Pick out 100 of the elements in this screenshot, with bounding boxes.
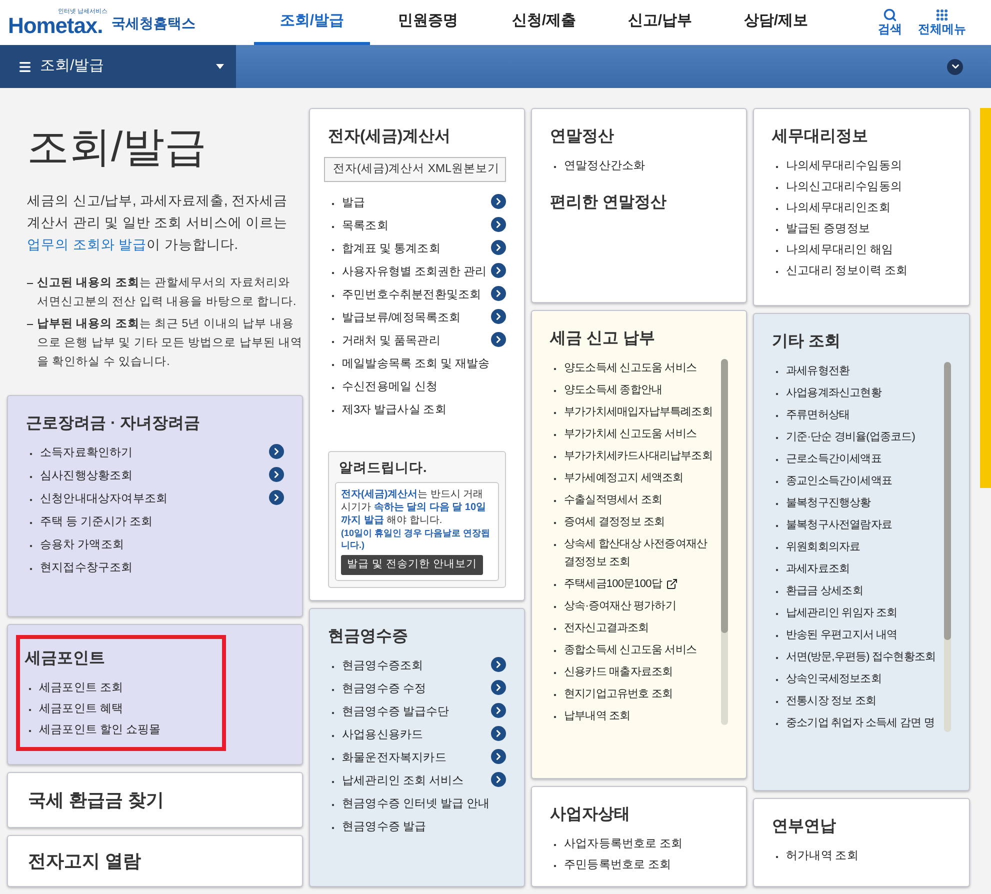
- menu-link[interactable]: 사용자유형별 조회권한 관리: [342, 263, 487, 282]
- menu-link[interactable]: 연말정산간소화: [564, 157, 728, 175]
- menu-link[interactable]: 상속·증여재산 평가하기: [564, 596, 717, 615]
- menu-link[interactable]: 현금영수증 수정: [342, 680, 487, 698]
- all-menu-button[interactable]: 전체메뉴: [918, 8, 966, 37]
- menu-link[interactable]: 불복청구진행상황: [786, 494, 940, 512]
- menu-link[interactable]: 메일발송목록 조회 및 재발송: [342, 355, 506, 374]
- menu-link[interactable]: 현금영수증 발급수단: [342, 703, 487, 721]
- menu-link[interactable]: 상속인국세정보조회: [786, 670, 940, 688]
- menu-link[interactable]: 나의세무대리인조회: [786, 199, 951, 217]
- menu-link[interactable]: 사업용계좌신고현황: [786, 384, 940, 402]
- menu-link[interactable]: 발급보류/예정목록조회: [342, 309, 487, 328]
- menu-link[interactable]: 현금영수증조회: [342, 657, 487, 675]
- menu-link[interactable]: 종교인소득간이세액표: [786, 472, 940, 490]
- menu-link[interactable]: 증여세 결정정보 조회: [564, 512, 717, 531]
- card-title: 전자(세금)계산서: [328, 127, 452, 147]
- menu-link[interactable]: 수신전용메일 신청: [342, 378, 506, 396]
- menu-link[interactable]: 종합소득세 신고도움 서비스: [564, 640, 717, 659]
- menu-link[interactable]: 현금영수증 발급: [342, 818, 506, 836]
- notice-text: 전자(세금)계산서는 반드시 거래시기가 속하는 달의 다음 달 10일까지 발급 해야 합니다.: [341, 488, 488, 527]
- menu-link[interactable]: 나의신고대리수임동의: [786, 178, 951, 196]
- menu-link[interactable]: 신고대리 정보이력 조회: [786, 262, 951, 280]
- card-title: 연부연납: [772, 817, 837, 837]
- menu-link[interactable]: 심사진행상황조회: [40, 467, 265, 485]
- menu-link[interactable]: 사업자등록번호로 조회: [564, 835, 728, 853]
- menu-link[interactable]: 현지접수창구조회: [40, 559, 284, 577]
- card-title[interactable]: 국세 환급금 찾기: [28, 786, 164, 814]
- nav-tab[interactable]: 민원증명: [370, 0, 486, 45]
- menu-link[interactable]: 양도소득세 신고도움 서비스: [564, 358, 717, 377]
- menu-link[interactable]: 기준·단순 경비율(업종코드): [786, 428, 940, 446]
- deadline-guide-button[interactable]: 발급 및 전송기한 안내보기: [341, 555, 483, 575]
- card-title: 근로장려금 · 자녀장려금: [26, 414, 202, 434]
- menu-link[interactable]: 수출실적명세서 조회: [564, 490, 717, 509]
- menu-link[interactable]: 나의세무대리수임동의: [786, 157, 951, 175]
- menu-link[interactable]: 근로소득간이세액표: [786, 450, 940, 468]
- link-card[interactable]: 전자고지 열람: [7, 835, 303, 887]
- xml-view-button[interactable]: 전자(세금)계산서 XML원본보기: [324, 157, 506, 182]
- menu-link[interactable]: 과세자료조회: [786, 560, 940, 578]
- card-title: 기타 조회: [772, 332, 842, 352]
- menu-link[interactable]: 사업용신용카드: [342, 726, 487, 744]
- page-description: 세금의 신고/납부, 과세자료제출, 전자세금계산서 관리 및 일반 조회 서비스에 이르는 업무의 조회와 발급이 가능합니다.: [27, 192, 289, 254]
- menu-link[interactable]: 현금영수증 인터넷 발급 안내: [342, 795, 506, 813]
- menu-link[interactable]: 주민번호수취분전환및조회: [342, 286, 487, 304]
- menu-link[interactable]: 발급: [342, 194, 487, 212]
- menu-link[interactable]: 납부내역 조회: [564, 706, 717, 725]
- menu-link[interactable]: 납세관리인 조회 서비스: [342, 772, 487, 790]
- nav-tab[interactable]: 상담/제보: [718, 0, 834, 45]
- page-title: 조회/발급: [27, 126, 208, 168]
- menu-link[interactable]: 현지기업고유번호 조회: [564, 684, 717, 703]
- menu-link[interactable]: 부가가치세 신고도움 서비스: [564, 424, 717, 443]
- card-title: 연말정산: [550, 127, 615, 147]
- menu-link[interactable]: 신청안내대상자여부조회: [40, 490, 265, 508]
- menu-link[interactable]: 전자신고결과조회: [564, 618, 717, 637]
- menu-link[interactable]: 서면(방문,우편등) 접수현황조회: [786, 648, 940, 666]
- menu-link[interactable]: 거래처 및 품목관리: [342, 332, 487, 350]
- nav-tab[interactable]: 신고/납부: [602, 0, 718, 45]
- menu-link[interactable]: 허가내역 조회: [786, 847, 951, 865]
- card-title: 사업자상태: [550, 805, 631, 825]
- menu-link[interactable]: 세금포인트 혜택: [39, 700, 217, 718]
- logo-name: 국세청홈택스: [112, 14, 196, 32]
- menu-link[interactable]: 불복청구사전열람자료: [786, 516, 940, 534]
- menu-link[interactable]: 소득자료확인하기: [40, 444, 265, 462]
- link-card[interactable]: 국세 환급금 찾기: [7, 772, 303, 828]
- menu-link[interactable]: 주택세금100문100답: [564, 574, 662, 593]
- menu-link[interactable]: 세금포인트 조회: [39, 679, 217, 697]
- card-title: 세금 신고 납부: [550, 328, 656, 349]
- card-subtitle: 편리한 연말정산: [550, 193, 668, 213]
- intro-note: 신고된 내용의 조회는 관할세무서의 자료처리와 서면신고분의 전산 입력 내용을 바탕으로 합니다.: [37, 276, 298, 310]
- location-dropdown[interactable]: 조회/발급: [0, 45, 236, 88]
- menu-link[interactable]: 과세유형전환: [786, 362, 940, 380]
- menu-link[interactable]: 목록조회: [342, 217, 487, 236]
- search-button[interactable]: 검색: [878, 8, 902, 37]
- card-title[interactable]: 전자고지 열람: [28, 848, 142, 874]
- card-title: 세무대리정보: [772, 127, 869, 147]
- menu-link[interactable]: 세금포인트 할인 쇼핑몰: [39, 721, 217, 739]
- menu-link[interactable]: 전통시장 정보 조회: [786, 692, 940, 710]
- notice-title: 알려드립니다.: [339, 458, 428, 477]
- menu-link[interactable]: 반송된 우편고지서 내역: [786, 626, 940, 644]
- menu-link[interactable]: 나의세무대리인 해임: [786, 241, 951, 259]
- menu-link[interactable]: 화물운전자복지카드: [342, 749, 487, 767]
- menu-link[interactable]: 제3자 발급사실 조회: [342, 401, 506, 420]
- menu-link[interactable]: 부가세예정고지 세액조회: [564, 468, 717, 487]
- menu-link[interactable]: 위원회회의자료: [786, 538, 940, 556]
- menu-link[interactable]: 주택 등 기준시가 조회: [40, 513, 284, 531]
- menu-link[interactable]: 발급된 증명정보: [786, 220, 951, 238]
- menu-link[interactable]: 주민등록번호로 조회: [564, 856, 728, 874]
- menu-link[interactable]: 주류면허상태: [786, 406, 940, 424]
- menu-link[interactable]: 부가가치세매입자납부특례조회: [564, 402, 717, 421]
- nav-tab[interactable]: 신청/제출: [486, 0, 602, 45]
- menu-link[interactable]: 합계표 및 통계조회: [342, 240, 487, 258]
- notice-note: (10일이 휴일인 경우 다음날로 연장됩니다.): [341, 527, 492, 551]
- menu-link[interactable]: 양도소득세 종합안내: [564, 380, 717, 399]
- menu-link[interactable]: 신용카드 매출자료조회: [564, 662, 717, 681]
- menu-link[interactable]: 중소기업 취업자 소득세 감면 명: [786, 714, 940, 732]
- menu-link[interactable]: 상속세 합산대상 사전증여재산 결정정보 조회: [564, 534, 717, 571]
- intro-note: 납부된 내용의 조회는 최근 5년 이내의 납부 내용으로 은행 납부 및 기타 모든 방법으로 납부된 내역을 확인하실 수 있습니다.: [37, 317, 303, 370]
- menu-link[interactable]: 승용차 가액조회: [40, 536, 284, 554]
- menu-link[interactable]: 납세관리인 위임자 조회: [786, 604, 940, 622]
- menu-link[interactable]: 부가가치세카드사대리납부조회: [564, 446, 717, 465]
- menu-link[interactable]: 환급금 상세조회: [786, 582, 940, 600]
